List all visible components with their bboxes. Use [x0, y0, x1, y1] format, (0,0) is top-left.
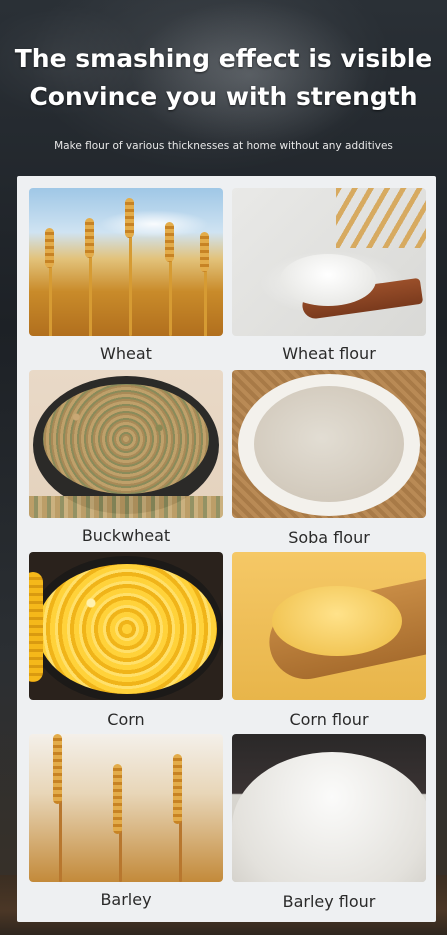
wheat-flour-image: [232, 188, 426, 336]
headline-line-1: The smashing effect is visible: [14, 44, 433, 73]
headline-line-2: Convince you with strength: [29, 82, 418, 111]
caption-wheat-flour: Wheat flour: [282, 344, 376, 363]
buckwheat-image: [29, 370, 223, 518]
caption-wheat: Wheat: [100, 344, 152, 363]
barley-flour-image: [232, 734, 426, 882]
caption-buckwheat: Buckwheat: [81, 526, 171, 545]
corn-flour-image: [232, 552, 426, 700]
corn-image: [29, 552, 223, 700]
caption-corn: Corn: [107, 710, 145, 729]
soba-flour-image: [232, 370, 426, 518]
subtitle: Make flour of various thicknesses at hom…: [54, 140, 393, 152]
comparison-panel: Wheat Wheat flour Buckwheat Soba flour C…: [17, 176, 436, 922]
wheat-image: [29, 188, 223, 336]
caption-soba-flour: Soba flour: [288, 528, 370, 547]
caption-corn-flour: Corn flour: [289, 710, 369, 729]
caption-barley-flour: Barley flour: [282, 892, 376, 911]
caption-barley: Barley: [100, 890, 152, 909]
headline: The smashing effect is visible Convince …: [0, 40, 447, 116]
barley-image: [29, 734, 223, 882]
